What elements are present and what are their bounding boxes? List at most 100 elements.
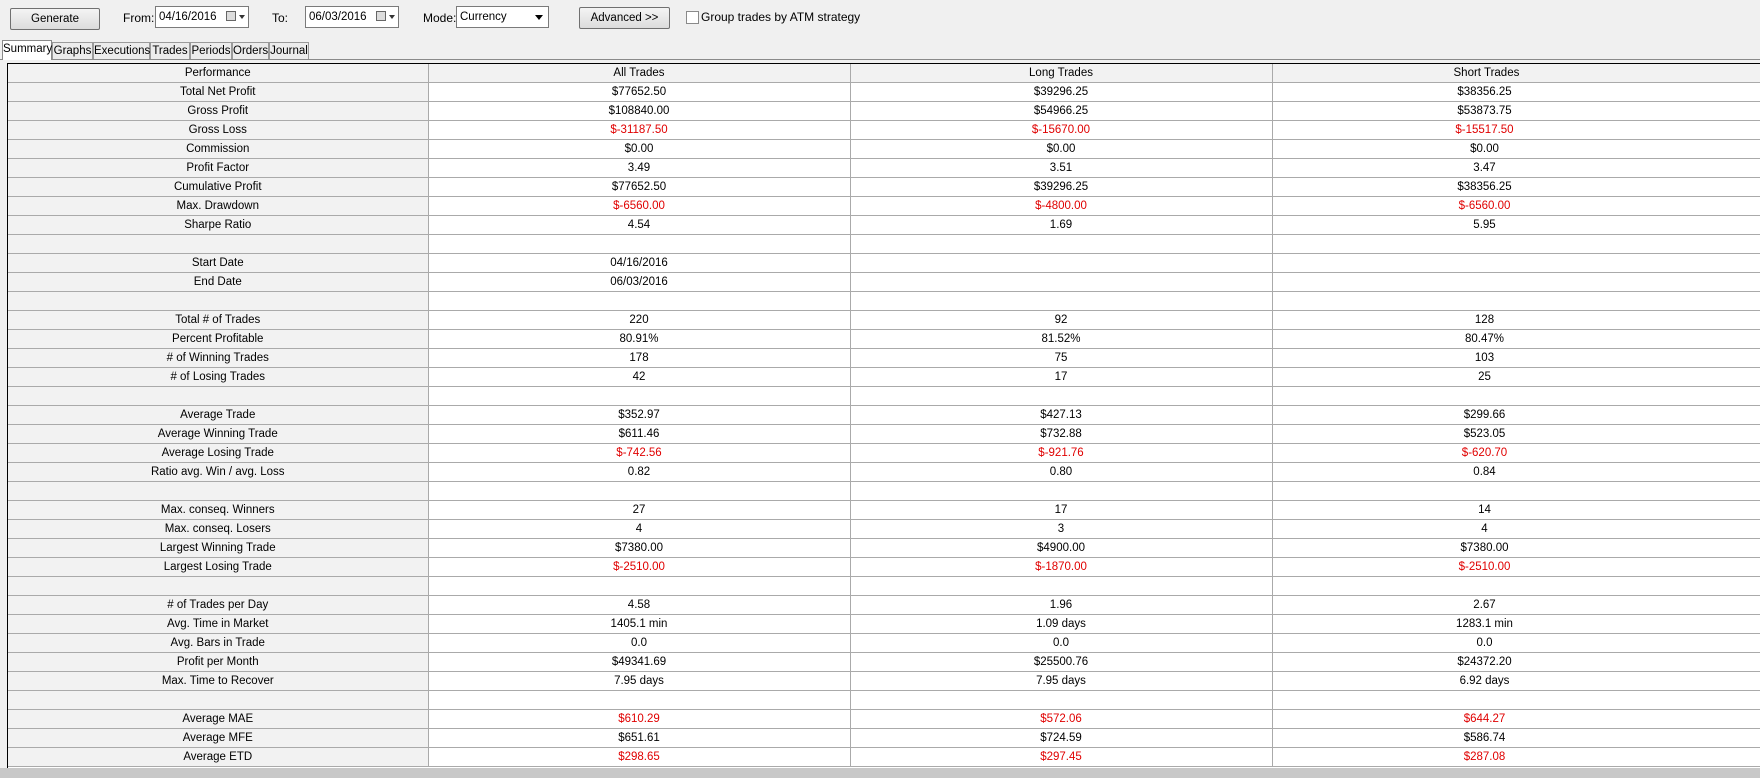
chevron-down-icon <box>535 15 543 20</box>
column-header[interactable]: All Trades <box>428 64 851 83</box>
tab-graphs[interactable]: Graphs <box>52 42 93 60</box>
to-date-picker[interactable]: 06/03/2016 <box>305 6 399 28</box>
table-row: Average MFE $651.61 $724.59 $586.74 <box>8 728 1760 748</box>
tab-periods[interactable]: Periods <box>190 42 232 60</box>
metric-value: $24372.20 <box>1272 652 1760 672</box>
metric-label: Profit Factor <box>8 158 429 178</box>
table-row: Largest Winning Trade $7380.00 $4900.00 $73… <box>8 538 1760 558</box>
table-row: Sharpe Ratio 4.54 1.69 5.95 <box>8 215 1760 235</box>
tab-journal[interactable]: Journal <box>269 42 309 60</box>
chevron-down-icon[interactable] <box>389 15 395 19</box>
table-row: Average Trade $352.97 $427.13 $299.66 <box>8 405 1760 425</box>
table-row <box>8 481 1760 501</box>
metric-value: $25500.76 <box>850 652 1273 672</box>
metric-value: 1.09 days <box>850 614 1273 634</box>
metric-value: $611.46 <box>428 424 851 444</box>
metric-value <box>1272 690 1760 710</box>
tab-summary[interactable]: Summary <box>2 40 52 60</box>
from-label: From: <box>123 11 155 25</box>
table-row: Gross Loss $-31187.50 $-15670.00 $-15517.50 <box>8 120 1760 140</box>
metric-value: 0.0 <box>428 633 851 653</box>
column-header[interactable]: Long Trades <box>850 64 1273 83</box>
metric-value <box>1272 272 1760 292</box>
table-row: Total # of Trades 220 92 128 <box>8 310 1760 330</box>
metric-label <box>8 386 429 406</box>
metric-value: 3 <box>850 519 1273 539</box>
metric-value: 80.47% <box>1272 329 1760 349</box>
chevron-down-icon[interactable] <box>239 15 245 19</box>
metric-value <box>428 481 851 501</box>
metric-value: $7380.00 <box>428 538 851 558</box>
metric-value <box>428 291 851 311</box>
metric-value: 4 <box>428 519 851 539</box>
metric-value: 1.69 <box>850 215 1273 235</box>
metric-value: 128 <box>1272 310 1760 330</box>
metric-value <box>1272 291 1760 311</box>
metric-value: 0.0 <box>850 633 1273 653</box>
tab-executions[interactable]: Executions <box>93 42 150 60</box>
metric-value: $-4800.00 <box>850 196 1273 216</box>
metric-label: Avg. Time in Market <box>8 614 429 634</box>
metric-value: $299.66 <box>1272 405 1760 425</box>
generate-button[interactable]: Generate <box>10 8 100 30</box>
metric-label: Gross Profit <box>8 101 429 121</box>
metric-value: 220 <box>428 310 851 330</box>
calendar-icon[interactable] <box>376 11 386 21</box>
metric-value <box>428 234 851 254</box>
metric-value: $651.61 <box>428 728 851 748</box>
metric-value <box>1272 576 1760 596</box>
metric-value: $427.13 <box>850 405 1273 425</box>
tab-orders[interactable]: Orders <box>232 42 269 60</box>
metric-value: 7.95 days <box>850 671 1273 691</box>
metric-value: $108840.00 <box>428 101 851 121</box>
table-row: Start Date 04/16/2016 <box>8 253 1760 273</box>
table-row <box>8 576 1760 596</box>
metric-label: # of Winning Trades <box>8 348 429 368</box>
tab-bar: Summary Graphs Executions Trades Periods… <box>0 40 1760 60</box>
metric-value: 3.51 <box>850 158 1273 178</box>
metric-value: $54966.25 <box>850 101 1273 121</box>
table-row <box>8 234 1760 254</box>
metric-value: 27 <box>428 500 851 520</box>
metric-label: Average MAE <box>8 709 429 729</box>
calendar-icon[interactable] <box>226 11 236 21</box>
metric-value: $298.65 <box>428 747 851 767</box>
metric-value: 80.91% <box>428 329 851 349</box>
table-row: Profit per Month $49341.69 $25500.76 $24372… <box>8 652 1760 672</box>
mode-select[interactable]: Currency <box>456 6 549 28</box>
metric-value: 06/03/2016 <box>428 272 851 292</box>
metric-label: Ratio avg. Win / avg. Loss <box>8 462 429 482</box>
tab-trades[interactable]: Trades <box>150 42 190 60</box>
table-row: Average MAE $610.29 $572.06 $644.27 <box>8 709 1760 729</box>
metric-value: $53873.75 <box>1272 101 1760 121</box>
metric-value <box>428 576 851 596</box>
table-row: Avg. Bars in Trade 0.0 0.0 0.0 <box>8 633 1760 653</box>
metric-value <box>428 386 851 406</box>
metric-label <box>8 481 429 501</box>
metric-label <box>8 576 429 596</box>
metric-label: Largest Winning Trade <box>8 538 429 558</box>
table-row: Average Winning Trade $611.46 $732.88 $523.… <box>8 424 1760 444</box>
metric-value: $610.29 <box>428 709 851 729</box>
column-header[interactable]: Short Trades <box>1272 64 1760 83</box>
table-row <box>8 291 1760 311</box>
advanced-button[interactable]: Advanced >> <box>579 7 670 29</box>
metric-value: $39296.25 <box>850 177 1273 197</box>
metric-value: 5.95 <box>1272 215 1760 235</box>
metric-label: Average Winning Trade <box>8 424 429 444</box>
table-row: Gross Profit $108840.00 $54966.25 $53873.75 <box>8 101 1760 121</box>
column-header[interactable]: Performance <box>8 64 429 83</box>
group-trades-checkbox[interactable] <box>686 11 699 24</box>
metric-label: Sharpe Ratio <box>8 215 429 235</box>
metric-value: 0.82 <box>428 462 851 482</box>
table-row: Max. Drawdown $-6560.00 $-4800.00 $-6560.00 <box>8 196 1760 216</box>
metric-value <box>850 272 1273 292</box>
metric-label: Total Net Profit <box>8 82 429 102</box>
metric-value: $-1870.00 <box>850 557 1273 577</box>
metric-value: $-921.76 <box>850 443 1273 463</box>
metric-value: $352.97 <box>428 405 851 425</box>
from-date-picker[interactable]: 04/16/2016 <box>155 6 249 28</box>
metric-value: $297.45 <box>850 747 1273 767</box>
metric-value: 7.95 days <box>428 671 851 691</box>
metric-value: 3.47 <box>1272 158 1760 178</box>
